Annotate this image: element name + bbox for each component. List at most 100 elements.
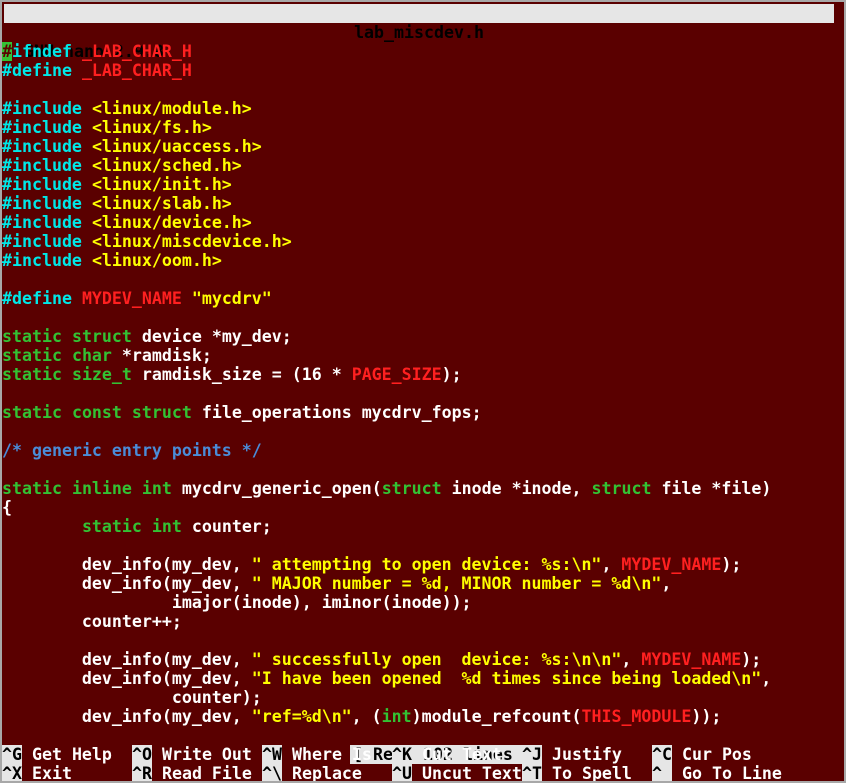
code-line[interactable]: static inline int mycdrv_generic_open(st…: [2, 479, 844, 498]
code-line[interactable]: #include <linux/init.h>: [2, 175, 844, 194]
shortcut-item[interactable]: ^W Where Is: [262, 745, 372, 764]
code-line[interactable]: static size_t ramdisk_size = (16 * PAGE_…: [2, 365, 844, 384]
code-line[interactable]: imajor(inode), iminor(inode));: [2, 593, 844, 612]
code-token: "ref=%d\n": [251, 707, 352, 726]
code-line[interactable]: #ifndef _LAB_CHAR_H: [2, 42, 844, 61]
code-token: <linux/slab.h>: [91, 194, 232, 213]
code-line[interactable]: [2, 308, 844, 327]
code-token: <linux/module.h>: [91, 99, 252, 118]
code-token: <linux/uaccess.h>: [91, 137, 262, 156]
code-line[interactable]: dev_info(my_dev, " attempting to open de…: [2, 555, 844, 574]
code-token: #include: [2, 118, 82, 137]
code-token: <linux/device.h>: [91, 213, 252, 232]
code-line[interactable]: [2, 422, 844, 441]
code-token: <linux/oom.h>: [91, 251, 222, 270]
code-token: "I have been opened %d times since being…: [251, 669, 762, 688]
code-line[interactable]: [2, 270, 844, 289]
nano-terminal-window[interactable]: lab_miscdev.h GNU nano 2.9.8 #ifndef _LA…: [0, 0, 846, 783]
code-line[interactable]: static struct device *my_dev;: [2, 327, 844, 346]
code-token: static: [81, 517, 142, 536]
shortcut-item[interactable]: ^O Write Out: [132, 745, 252, 764]
code-token: _LAB_CHAR_H: [81, 42, 192, 61]
shortcut-key: ^\: [262, 764, 282, 783]
code-line[interactable]: dev_info(my_dev, "ref=%d\n", (int)module…: [2, 707, 844, 726]
code-token: MYDEV_NAME: [621, 555, 722, 574]
shortcut-item[interactable]: ^R Read File: [132, 764, 252, 783]
code-token: ,: [621, 650, 642, 669]
code-line[interactable]: #include <linux/device.h>: [2, 213, 844, 232]
code-token: <linux/init.h>: [91, 175, 232, 194]
code-token: char: [71, 346, 112, 365]
code-token: static: [2, 365, 62, 384]
code-token: #define: [2, 61, 72, 80]
code-token: int: [141, 479, 172, 498]
code-token: const: [71, 403, 122, 422]
code-line[interactable]: {: [2, 498, 844, 517]
shortcut-key: ^J: [522, 745, 542, 764]
code-token: ));: [691, 707, 722, 726]
code-token: dev_info(my_dev,: [2, 574, 252, 593]
code-line[interactable]: dev_info(my_dev, " successfully open dev…: [2, 650, 844, 669]
code-line[interactable]: static int counter;: [2, 517, 844, 536]
code-token: #include: [2, 99, 82, 118]
code-line[interactable]: dev_info(my_dev, " MAJOR number = %d, MI…: [2, 574, 844, 593]
code-line[interactable]: #include <linux/slab.h>: [2, 194, 844, 213]
shortcut-item[interactable]: ^U Uncut Text: [392, 764, 522, 781]
code-line[interactable]: [2, 631, 844, 650]
code-line[interactable]: dev_info(my_dev, "I have been opened %d …: [2, 669, 844, 688]
code-token: ramdisk_size = (16 *: [131, 365, 352, 384]
code-token: " successfully open device: %s:\n\n": [251, 650, 622, 669]
code-line[interactable]: [2, 384, 844, 403]
code-line[interactable]: /* generic entry points */: [2, 441, 844, 460]
code-token: static: [2, 346, 62, 365]
shortcut-item[interactable]: ^K Cut Text: [392, 745, 502, 764]
shortcut-item[interactable]: ^T To Spell: [522, 764, 632, 783]
code-token: #include: [2, 137, 82, 156]
shortcut-item[interactable]: ^C Cur Pos: [652, 745, 752, 764]
code-line[interactable]: counter);: [2, 688, 844, 707]
code-line[interactable]: [2, 460, 844, 479]
code-token: #include: [2, 251, 82, 270]
shortcut-item[interactable]: ^_ Go To Line: [652, 764, 782, 783]
shortcut-key: ^R: [132, 764, 152, 783]
code-line[interactable]: #include <linux/oom.h>: [2, 251, 844, 270]
code-token: struct: [131, 403, 192, 422]
code-token: ,: [661, 574, 672, 593]
code-token: mycdrv_generic_open(: [171, 479, 382, 498]
code-line[interactable]: static char *ramdisk;: [2, 346, 844, 365]
shortcut-item[interactable]: ^X Exit: [2, 764, 72, 781]
code-token: _LAB_CHAR_H: [81, 61, 192, 80]
editor-area[interactable]: #ifndef _LAB_CHAR_H #define _LAB_CHAR_H #i…: [2, 42, 844, 726]
shortcut-label: Write Out: [161, 745, 252, 764]
code-line[interactable]: #define _LAB_CHAR_H: [2, 61, 844, 80]
code-line[interactable]: #include <linux/fs.h>: [2, 118, 844, 137]
code-line[interactable]: #include <linux/miscdevice.h>: [2, 232, 844, 251]
code-line[interactable]: #define MYDEV_NAME "mycdrv": [2, 289, 844, 308]
code-line[interactable]: [2, 80, 844, 99]
shortcut-item[interactable]: ^G Get Help: [2, 745, 112, 764]
code-token: <linux/fs.h>: [91, 118, 212, 137]
shortcut-label: To Spell: [551, 764, 632, 783]
code-line[interactable]: static const struct file_operations mycd…: [2, 403, 844, 422]
code-token: );: [721, 555, 742, 574]
code-line[interactable]: #include <linux/module.h>: [2, 99, 844, 118]
shortcut-key: ^O: [132, 745, 152, 764]
code-line[interactable]: #include <linux/sched.h>: [2, 156, 844, 175]
code-line[interactable]: [2, 536, 844, 555]
code-line[interactable]: counter++;: [2, 612, 844, 631]
code-token: static: [2, 327, 62, 346]
shortcut-item[interactable]: ^\ Replace: [262, 764, 362, 783]
code-line[interactable]: #include <linux/uaccess.h>: [2, 137, 844, 156]
code-token: " attempting to open device: %s:\n": [251, 555, 602, 574]
shortcut-item[interactable]: ^J Justify: [522, 745, 622, 764]
shortcut-key: ^_: [652, 764, 672, 783]
code-token: struct: [591, 479, 652, 498]
shortcut-row: ^X Exit ^R Read File ^\ Replace ^U Uncut Text ^T…: [2, 764, 844, 783]
code-token: *ramdisk;: [111, 346, 212, 365]
